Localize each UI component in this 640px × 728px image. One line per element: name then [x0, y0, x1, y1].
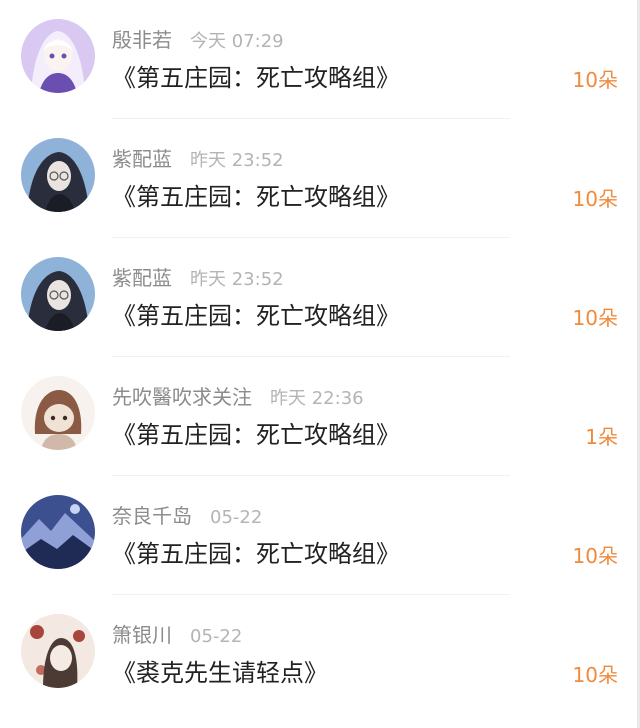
- anime-man-dark-hair-avatar-icon: [21, 138, 95, 212]
- avatar[interactable]: [21, 19, 95, 93]
- record-meta: 紫配蓝 昨天 23:52: [112, 262, 284, 290]
- gift-amount: 10朵: [572, 187, 618, 211]
- anime-girl-white-hair-avatar-icon: [21, 19, 95, 93]
- avatar[interactable]: [21, 495, 95, 569]
- gift-amount: 10朵: [572, 663, 618, 687]
- username[interactable]: 奈良千岛: [112, 500, 192, 529]
- book-title[interactable]: 《第五庄园：死亡攻略组》: [112, 177, 400, 212]
- book-title[interactable]: 《裘克先生请轻点》: [112, 653, 328, 688]
- avatar[interactable]: [21, 376, 95, 450]
- timestamp: 05-22: [210, 507, 263, 528]
- username[interactable]: 紫配蓝: [112, 262, 172, 291]
- list-item[interactable]: 紫配蓝 昨天 23:52 《第五庄园：死亡攻略组》 10朵: [0, 238, 640, 357]
- list-item[interactable]: 紫配蓝 昨天 23:52 《第五庄园：死亡攻略组》 10朵: [0, 119, 640, 238]
- timestamp: 昨天 23:52: [190, 150, 284, 171]
- list-item[interactable]: 殷非若 今天 07:29 《第五庄园：死亡攻略组》 10朵: [0, 0, 640, 119]
- book-title[interactable]: 《第五庄园：死亡攻略组》: [112, 534, 400, 569]
- book-title[interactable]: 《第五庄园：死亡攻略组》: [112, 296, 400, 331]
- chibi-hooded-character-avatar-icon: [21, 376, 95, 450]
- gift-amount: 10朵: [572, 544, 618, 568]
- gift-amount: 10朵: [572, 306, 618, 330]
- gift-record-list: 殷非若 今天 07:29 《第五庄园：死亡攻略组》 10朵 紫配蓝 昨天 23:…: [0, 0, 640, 728]
- avatar[interactable]: [21, 257, 95, 331]
- list-item[interactable]: 箫银川 05-22 《裘克先生请轻点》 10朵: [0, 595, 640, 728]
- avatar[interactable]: [21, 138, 95, 212]
- list-item[interactable]: 奈良千岛 05-22 《第五庄园：死亡攻略组》 10朵: [0, 476, 640, 595]
- avatar[interactable]: [21, 614, 95, 688]
- book-title[interactable]: 《第五庄园：死亡攻略组》: [112, 415, 400, 450]
- timestamp: 昨天 23:52: [190, 269, 284, 290]
- username[interactable]: 先吹醫吹求关注: [112, 381, 252, 410]
- record-meta: 先吹醫吹求关注 昨天 22:36: [112, 381, 364, 409]
- record-meta: 紫配蓝 昨天 23:52: [112, 143, 284, 171]
- record-meta: 奈良千岛 05-22: [112, 500, 262, 528]
- blue-landscape-avatar-icon: [21, 495, 95, 569]
- anime-floral-character-avatar-icon: [21, 614, 95, 688]
- anime-man-dark-hair-avatar-icon: [21, 257, 95, 331]
- record-meta: 箫银川 05-22: [112, 619, 242, 647]
- record-meta: 殷非若 今天 07:29: [112, 24, 284, 52]
- gift-amount: 10朵: [572, 68, 618, 92]
- username[interactable]: 紫配蓝: [112, 143, 172, 172]
- timestamp: 05-22: [190, 626, 243, 647]
- book-title[interactable]: 《第五庄园：死亡攻略组》: [112, 58, 400, 93]
- timestamp: 今天 07:29: [190, 31, 284, 52]
- timestamp: 昨天 22:36: [270, 388, 364, 409]
- list-item[interactable]: 先吹醫吹求关注 昨天 22:36 《第五庄园：死亡攻略组》 1朵: [0, 357, 640, 476]
- username[interactable]: 殷非若: [112, 24, 172, 53]
- gift-amount: 1朵: [585, 425, 618, 449]
- username[interactable]: 箫银川: [112, 619, 172, 648]
